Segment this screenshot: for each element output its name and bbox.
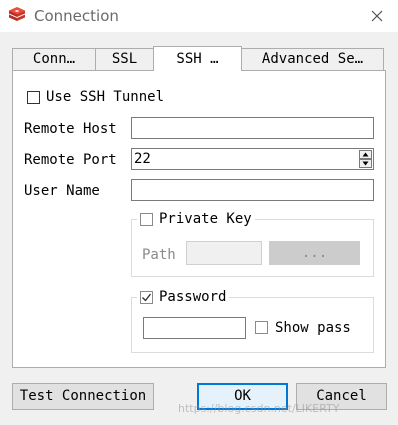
tab-ssl[interactable]: SSL [95, 48, 154, 70]
browse-button[interactable]: ... [269, 241, 360, 265]
path-label: Path [142, 247, 176, 263]
use-ssh-tunnel-label: Use SSH Tunnel [46, 89, 165, 105]
tab-advanced-settings[interactable]: Advanced Se… [241, 48, 384, 70]
remote-host-label: Remote Host [24, 121, 117, 137]
window-title: Connection [34, 7, 119, 25]
path-input[interactable] [186, 241, 262, 265]
password-input[interactable] [143, 317, 246, 339]
password-group-title: Password [137, 289, 230, 305]
checkmark-icon [142, 293, 152, 302]
private-key-label: Private Key [159, 211, 252, 227]
remote-port-spinbox[interactable]: 22 [131, 148, 374, 170]
ssh-panel: Use SSH Tunnel Remote Host Remote Port 2… [12, 70, 386, 368]
password-checkbox[interactable] [140, 290, 153, 304]
remote-host-input[interactable] [131, 117, 374, 139]
show-pass-checkbox[interactable] [255, 321, 268, 334]
use-ssh-tunnel-checkbox[interactable] [27, 91, 40, 104]
watermark-text: https://blog.csdn.net/LIKERTY [178, 402, 340, 415]
close-button[interactable] [356, 0, 398, 32]
show-pass-label: Show pass [275, 320, 351, 336]
test-connection-button[interactable]: Test Connection [12, 383, 154, 410]
user-name-label: User Name [24, 183, 100, 199]
spin-arrows-icon[interactable] [359, 150, 372, 168]
private-key-checkbox[interactable] [140, 212, 153, 226]
remote-port-value: 22 [134, 151, 151, 167]
remote-port-label: Remote Port [24, 152, 117, 168]
password-label: Password [159, 289, 227, 305]
private-key-group-title: Private Key [137, 211, 255, 227]
user-name-input[interactable] [131, 179, 374, 201]
redis-app-icon [9, 7, 25, 21]
tab-ssh[interactable]: SSH … [153, 46, 242, 71]
close-icon [371, 10, 383, 22]
title-bar: Connection [0, 0, 398, 32]
tab-connection[interactable]: Conn… [12, 48, 96, 70]
